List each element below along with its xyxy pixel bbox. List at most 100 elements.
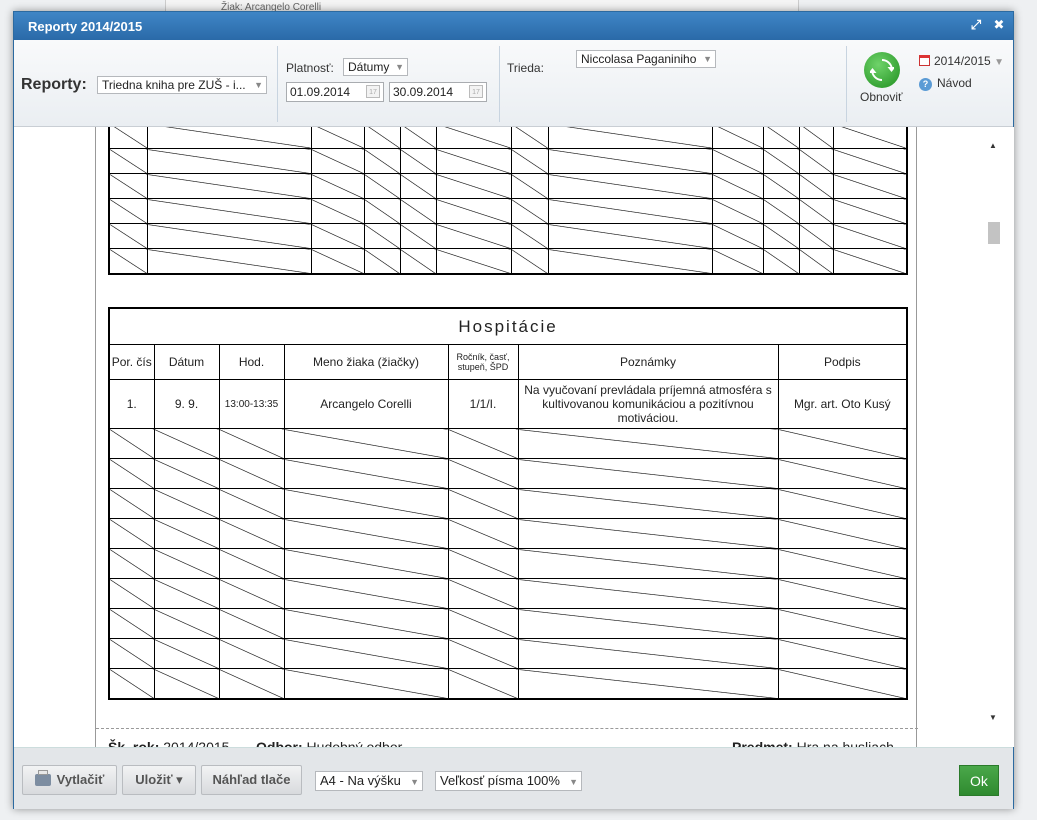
empty-cell bbox=[108, 248, 148, 275]
hospitacie-table: Hospitácie Por. čís Dátum Hod. Meno žiak… bbox=[108, 307, 909, 700]
empty-cell bbox=[108, 668, 155, 700]
footer-subject-value: Hra na husliach bbox=[796, 739, 894, 747]
empty-cell bbox=[283, 518, 449, 549]
empty-cell bbox=[363, 223, 401, 249]
date-from-input[interactable]: 01.09.2014 17 bbox=[286, 82, 384, 102]
empty-row bbox=[108, 488, 908, 519]
empty-cell bbox=[447, 548, 519, 579]
empty-cell bbox=[435, 173, 512, 199]
calendar-icon[interactable]: 17 bbox=[366, 85, 380, 98]
calendar-icon[interactable]: 17 bbox=[469, 85, 483, 98]
paper-select-value: A4 - Na výšku bbox=[320, 773, 401, 788]
paper-select[interactable]: A4 - Na výšku ▼ bbox=[315, 771, 423, 791]
table-row: 1. 9. 9. 13:00-13:35 Arcangelo Corelli 1… bbox=[108, 379, 908, 429]
date-to-input[interactable]: 30.09.2014 17 bbox=[389, 82, 487, 102]
save-button[interactable]: Uložiť ▾ bbox=[122, 765, 196, 795]
help-link[interactable]: ? Návod bbox=[919, 76, 972, 91]
class-select[interactable]: Niccolasa Paganiniho ▼ bbox=[576, 50, 716, 68]
empty-cell bbox=[547, 223, 713, 249]
empty-row bbox=[108, 127, 908, 149]
scroll-up-icon[interactable]: ▲ bbox=[989, 141, 997, 150]
empty-row bbox=[108, 668, 908, 700]
empty-cell bbox=[447, 458, 519, 489]
empty-row bbox=[108, 458, 908, 489]
close-icon[interactable]: ✖ bbox=[992, 18, 1006, 32]
empty-cell bbox=[762, 148, 800, 174]
refresh-label[interactable]: Obnoviť bbox=[860, 90, 903, 104]
empty-cell bbox=[399, 173, 437, 199]
empty-cell bbox=[435, 248, 512, 275]
maximize-icon[interactable]: ⤢ bbox=[969, 18, 983, 32]
empty-cell bbox=[218, 668, 285, 700]
empty-cell bbox=[447, 638, 519, 669]
empty-cell bbox=[146, 198, 312, 224]
empty-cell bbox=[777, 638, 908, 669]
empty-cell bbox=[399, 127, 437, 149]
empty-cell bbox=[153, 578, 220, 609]
report-select[interactable]: Triedna kniha pre ZUŠ - i... ▼ bbox=[97, 76, 267, 94]
empty-cell bbox=[283, 668, 449, 700]
print-preview-button[interactable]: Náhľad tlače bbox=[201, 765, 302, 795]
print-button[interactable]: Vytlačiť bbox=[22, 765, 117, 795]
empty-cell bbox=[146, 223, 312, 249]
report-preview: Hospitácie Por. čís Dátum Hod. Meno žiak… bbox=[14, 127, 1014, 747]
empty-cell bbox=[711, 127, 764, 149]
refresh-icon[interactable] bbox=[864, 52, 900, 88]
empty-cell bbox=[762, 173, 800, 199]
footer-subject: Predmet: Hra na husliach bbox=[732, 739, 894, 747]
class-select-value: Niccolasa Paganiniho bbox=[581, 52, 697, 66]
cell-datum: 9. 9. bbox=[153, 379, 220, 429]
footer-department: Odbor: Hudobný odbor bbox=[256, 739, 402, 747]
empty-cell bbox=[218, 488, 285, 519]
empty-cell bbox=[762, 198, 800, 224]
empty-cell bbox=[447, 488, 519, 519]
empty-cell bbox=[832, 148, 908, 174]
empty-cell bbox=[310, 148, 365, 174]
empty-cell bbox=[777, 428, 908, 459]
empty-cell bbox=[762, 127, 800, 149]
year-label: 2014/2015 bbox=[934, 54, 991, 68]
scroll-thumb[interactable] bbox=[988, 222, 1000, 244]
empty-cell bbox=[777, 608, 908, 639]
header-por: Por. čís bbox=[108, 344, 155, 380]
empty-cell bbox=[108, 173, 148, 199]
header-meno: Meno žiaka (žiačky) bbox=[283, 344, 449, 380]
empty-cell bbox=[517, 518, 779, 549]
scroll-down-icon[interactable]: ▼ bbox=[989, 713, 997, 722]
year-selector[interactable]: 2014/2015 ▼ bbox=[919, 54, 1004, 68]
ok-button[interactable]: Ok bbox=[959, 765, 999, 796]
validity-select[interactable]: Dátumy ▼ bbox=[343, 58, 408, 76]
bottom-bar: Vytlačiť Uložiť ▾ Náhľad tlače A4 - Na v… bbox=[14, 747, 1013, 809]
header-rocnik: Ročník, časť, stupeň, ŠPD bbox=[447, 344, 519, 380]
empty-cell bbox=[218, 578, 285, 609]
empty-cell bbox=[108, 428, 155, 459]
empty-cell bbox=[510, 223, 549, 249]
empty-row bbox=[108, 548, 908, 579]
vertical-scrollbar[interactable]: ▲ ▼ bbox=[984, 127, 1002, 747]
empty-cell bbox=[777, 458, 908, 489]
footer-year-label: Šk. rok: bbox=[108, 739, 160, 747]
chevron-down-icon: ▼ bbox=[395, 62, 404, 72]
empty-cell bbox=[517, 638, 779, 669]
empty-cell bbox=[435, 198, 512, 224]
empty-cell bbox=[832, 127, 908, 149]
cell-meno: Arcangelo Corelli bbox=[283, 379, 449, 429]
empty-cell bbox=[218, 608, 285, 639]
font-size-select[interactable]: Veľkosť písma 100% ▼ bbox=[435, 771, 582, 791]
dialog-title: Reporty 2014/2015 bbox=[28, 19, 143, 34]
empty-cell bbox=[517, 488, 779, 519]
empty-row bbox=[108, 223, 908, 249]
report-select-value: Triedna kniha pre ZUŠ - i... bbox=[102, 78, 246, 92]
empty-cell bbox=[363, 248, 401, 275]
empty-cell bbox=[798, 198, 834, 224]
empty-cell bbox=[777, 668, 908, 700]
empty-cell bbox=[108, 127, 148, 149]
empty-cell bbox=[711, 248, 764, 275]
empty-cell bbox=[153, 668, 220, 700]
cell-podpis: Mgr. art. Oto Kusý bbox=[777, 379, 908, 429]
empty-row bbox=[108, 428, 908, 459]
font-size-select-value: Veľkosť písma 100% bbox=[440, 773, 560, 788]
empty-cell bbox=[146, 248, 312, 275]
empty-cell bbox=[108, 608, 155, 639]
date-from-value: 01.09.2014 bbox=[290, 85, 351, 99]
